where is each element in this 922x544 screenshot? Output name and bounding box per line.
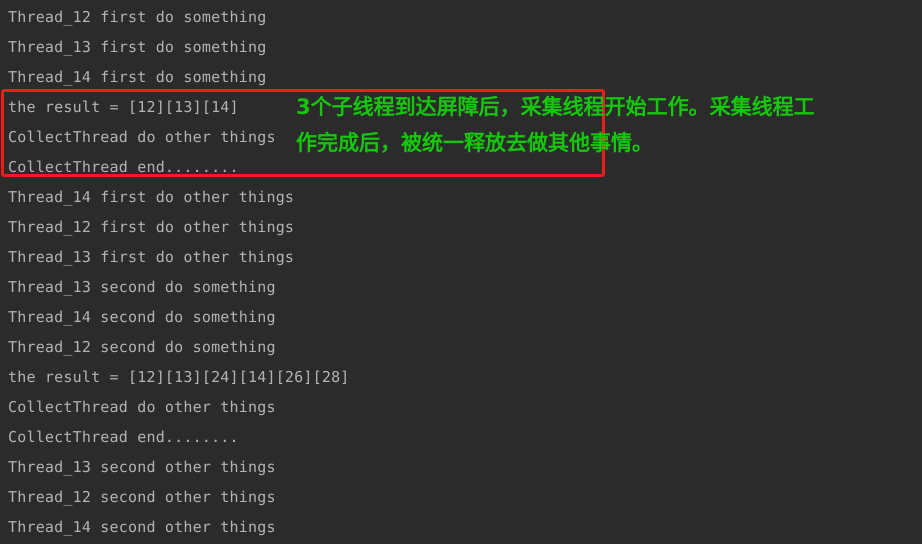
console-line: Thread_12 second do something (8, 338, 276, 356)
console-line: CollectThread do other things (8, 128, 276, 146)
console-line: Thread_14 first do other things (8, 188, 295, 206)
console-line: Thread_14 second do something (8, 308, 276, 326)
console-line: Thread_12 first do other things (8, 218, 295, 236)
annotation-text-line-1: 3个子线程到达屏障后，采集线程开始工作。采集线程工 (296, 95, 815, 119)
console-line: the result = [12][13][14] (8, 98, 239, 116)
console-line: Thread_13 second do something (8, 278, 276, 296)
console-line: Thread_12 first do something (8, 8, 267, 26)
console-line: the result = [12][13][24][14][26][28] (8, 368, 350, 386)
console-output-panel[interactable]: Thread_12 first do something Thread_13 f… (0, 0, 922, 544)
console-line: Thread_12 second other things (8, 488, 276, 506)
console-line: Thread_13 first do something (8, 38, 267, 56)
console-line: Thread_14 first do something (8, 68, 267, 86)
console-line: CollectThread do other things (8, 398, 276, 416)
annotation-text-line-2: 作完成后，被统一释放去做其他事情。 (296, 131, 653, 155)
console-line: CollectThread end........ (8, 158, 239, 176)
console-line: CollectThread end........ (8, 428, 239, 446)
console-line: Thread_14 second other things (8, 518, 276, 536)
console-line: Thread_13 second other things (8, 458, 276, 476)
console-line: Thread_13 first do other things (8, 248, 295, 266)
